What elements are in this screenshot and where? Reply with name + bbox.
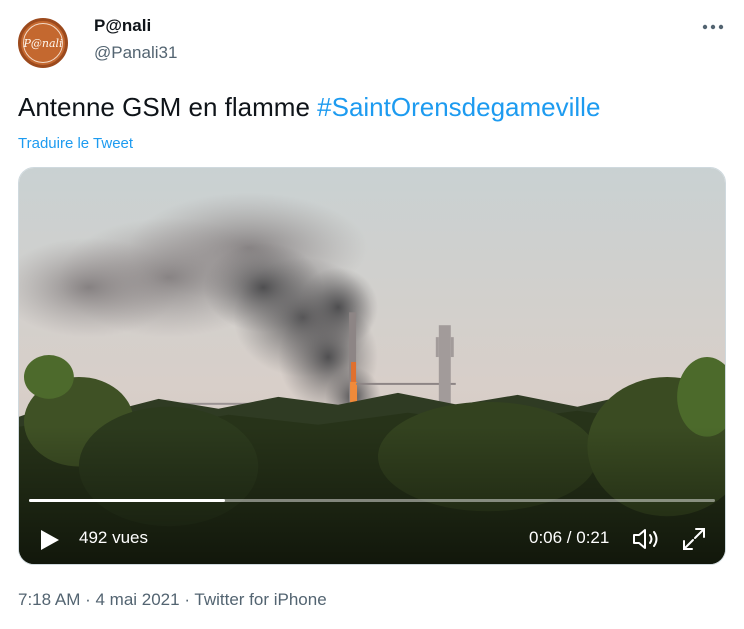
tweet-text: Antenne GSM en flamme #SaintOrensdegamev… [18, 92, 600, 123]
author-display-name[interactable]: P@nali [94, 16, 151, 36]
volume-icon[interactable] [631, 526, 661, 552]
video-player[interactable]: 492 vues 0:06 / 0:21 [18, 167, 726, 565]
avatar[interactable]: P@nali [18, 18, 68, 68]
fullscreen-icon[interactable] [681, 526, 707, 552]
tweet-body: Antenne GSM en flamme [18, 92, 318, 122]
avatar-logo: P@nali [23, 23, 63, 63]
avatar-logo-text: P@nali [23, 36, 63, 50]
progress-bar[interactable] [29, 499, 715, 502]
progress-fill [29, 499, 226, 502]
tweet-metadata: 7:18 AM · 4 mai 2021 · Twitter for iPhon… [18, 590, 327, 609]
view-count: 492 vues [79, 528, 148, 547]
playback-time: 0:06 / 0:21 [529, 528, 610, 547]
more-horizontal-icon [702, 24, 724, 30]
more-icon[interactable] [700, 14, 726, 40]
video-frame [19, 168, 725, 564]
play-icon[interactable] [39, 528, 61, 552]
author-handle[interactable]: @Panali31 [94, 43, 177, 63]
translate-tweet-link[interactable]: Traduire le Tweet [18, 135, 133, 152]
hashtag-link[interactable]: #SaintOrensdegameville [317, 92, 600, 122]
